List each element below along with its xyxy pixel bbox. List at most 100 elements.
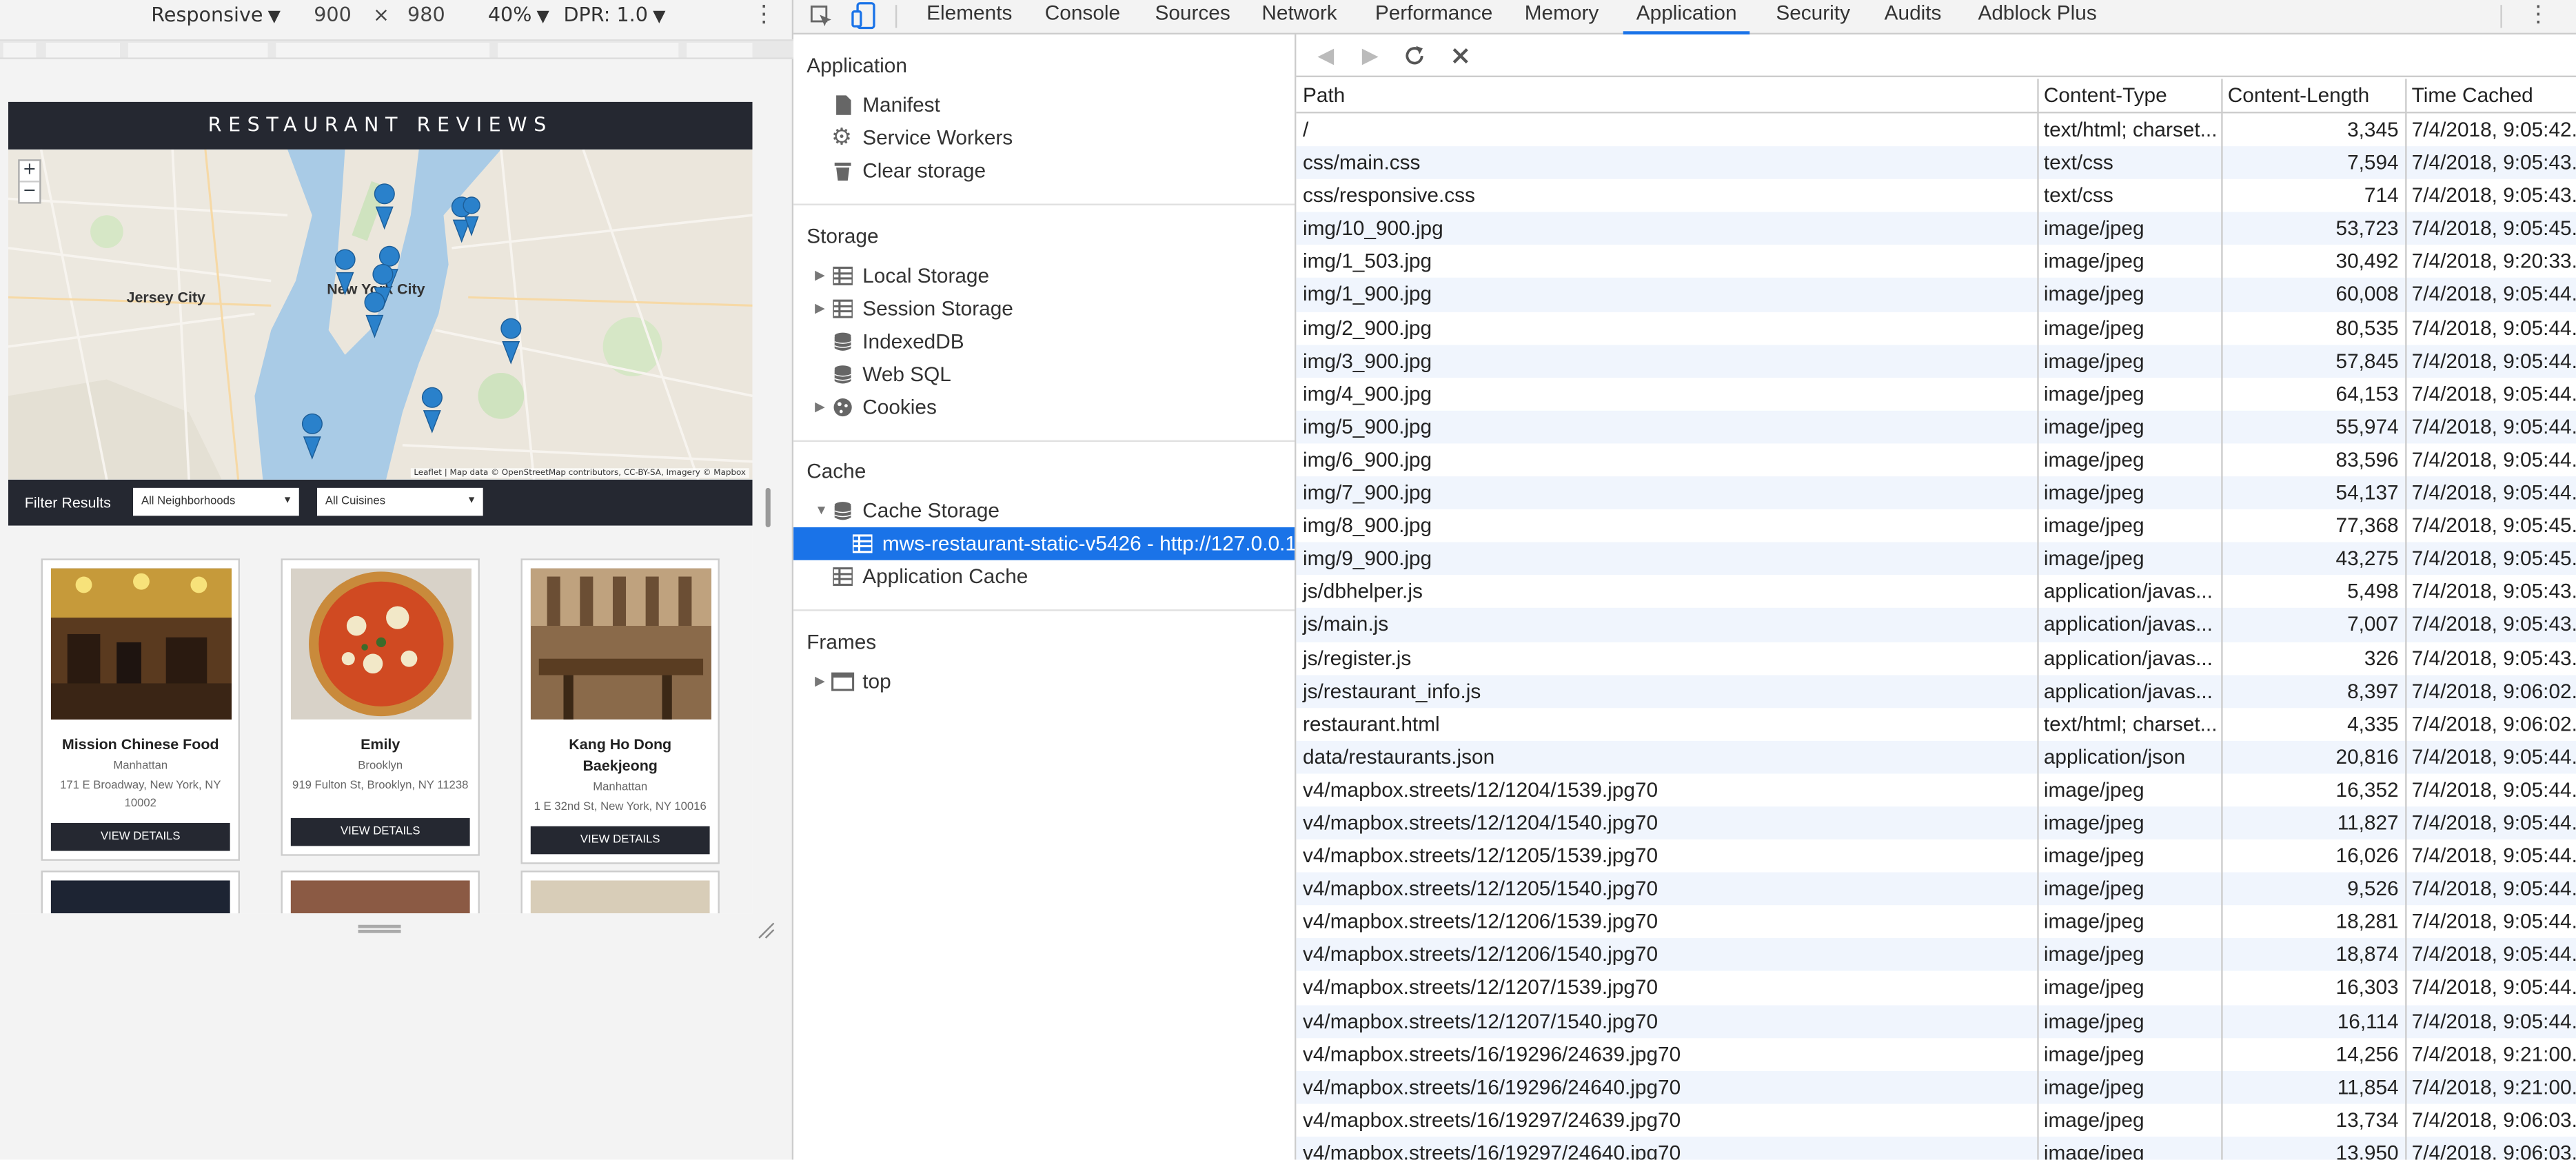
- map[interactable]: + − Jersey City New York City: [8, 149, 753, 480]
- expand-arrow-icon[interactable]: ▶: [815, 260, 825, 293]
- sidebar-item-web-sql[interactable]: Web SQL: [793, 358, 1295, 391]
- table-row[interactable]: img/3_900.jpg image/jpeg 57,845 7/4/2018, 9…: [1296, 344, 2576, 378]
- refresh-icon[interactable]: [1403, 44, 1426, 67]
- table-row[interactable]: img/5_900.jpg image/jpeg 55,974 7/4/2018, 9…: [1296, 410, 2576, 444]
- sidebar-item-cache-storage[interactable]: ▼ Cache Storage: [793, 494, 1295, 527]
- table-row[interactable]: img/1_900.jpg image/jpeg 60,008 7/4/2018, 9…: [1296, 278, 2576, 312]
- column-header[interactable]: Time Cached: [2405, 79, 2576, 112]
- device-toolbar-icon[interactable]: [851, 1, 878, 30]
- table-row[interactable]: v4/mapbox.streets/12/1206/1540.jpg70 imag…: [1296, 938, 2576, 972]
- table-row[interactable]: img/4_900.jpg image/jpeg 64,153 7/4/2018, 9…: [1296, 378, 2576, 411]
- height-input[interactable]: 980: [407, 3, 445, 26]
- view-details-button[interactable]: VIEW DETAILS: [50, 823, 230, 851]
- table-row[interactable]: v4/mapbox.streets/12/1205/1540.jpg70 imag…: [1296, 872, 2576, 906]
- map-attribution[interactable]: Leaflet | Map data © OpenStreetMap contr…: [410, 468, 749, 478]
- sidebar-item-clear-storage[interactable]: Clear storage: [793, 154, 1295, 187]
- previous-page-icon[interactable]: ◀: [1317, 43, 1334, 69]
- table-row[interactable]: img/6_900.jpg image/jpeg 83,596 7/4/2018, 9…: [1296, 443, 2576, 476]
- tab-audits[interactable]: Audits: [1885, 0, 1942, 34]
- viewport-scrollbar[interactable]: [765, 487, 771, 528]
- table-row[interactable]: img/2_900.jpg image/jpeg 80,535 7/4/2018, 9…: [1296, 312, 2576, 345]
- tab-performance[interactable]: Performance: [1375, 0, 1493, 34]
- table-row[interactable]: img/9_900.jpg image/jpeg 43,275 7/4/2018, 9…: [1296, 542, 2576, 576]
- table-row[interactable]: v4/mapbox.streets/16/19297/24639.jpg70 im…: [1296, 1103, 2576, 1137]
- table-row[interactable]: v4/mapbox.streets/12/1207/1540.jpg70 imag…: [1296, 1004, 2576, 1038]
- more-options-icon[interactable]: ⋮: [753, 1, 775, 28]
- height-resize-handle[interactable]: [358, 924, 401, 933]
- column-header[interactable]: Path: [1296, 79, 2037, 112]
- more-options-icon[interactable]: ⋮: [2527, 0, 2550, 34]
- tab-adblock-plus[interactable]: Adblock Plus: [1978, 0, 2096, 34]
- table-cell: v4/mapbox.streets/12/1207/1540.jpg70: [1302, 1009, 1659, 1032]
- expand-arrow-icon[interactable]: ▶: [815, 292, 825, 325]
- ruler-segment[interactable]: [498, 42, 679, 58]
- tab-sources[interactable]: Sources: [1155, 0, 1230, 34]
- tab-security[interactable]: Security: [1776, 0, 1850, 34]
- table-row[interactable]: data/restaurants.json application/json 20,…: [1296, 740, 2576, 774]
- collapse-arrow-icon[interactable]: ▼: [815, 494, 828, 527]
- inspect-element-icon[interactable]: [810, 5, 833, 28]
- table-row[interactable]: v4/mapbox.streets/16/19297/24640.jpg70 im…: [1296, 1137, 2576, 1160]
- sidebar-item-cache-entry[interactable]: mws-restaurant-static-v5426 - http://127…: [793, 527, 1295, 560]
- next-page-icon[interactable]: ▶: [1362, 43, 1379, 69]
- view-details-button[interactable]: VIEW DETAILS: [290, 817, 470, 846]
- tab-network[interactable]: Network: [1261, 0, 1337, 34]
- table-row[interactable]: css/responsive.css text/css 714 7/4/2018, 9…: [1296, 179, 2576, 212]
- sidebar-item-manifest[interactable]: Manifest: [793, 89, 1295, 122]
- column-header[interactable]: Content-Type: [2037, 79, 2221, 112]
- table-row[interactable]: / text/html; charset... 3,345 7/4/2018, 9:0…: [1296, 113, 2576, 146]
- expand-arrow-icon[interactable]: ▶: [815, 665, 825, 698]
- table-row[interactable]: img/8_900.jpg image/jpeg 77,368 7/4/2018, 9…: [1296, 509, 2576, 542]
- table-cell: 16,352: [2335, 778, 2399, 802]
- tab-memory[interactable]: Memory: [1525, 0, 1599, 34]
- table-row[interactable]: v4/mapbox.streets/12/1207/1539.jpg70 imag…: [1296, 972, 2576, 1005]
- expand-arrow-icon[interactable]: ▶: [815, 391, 825, 424]
- column-header[interactable]: Content-Length: [2221, 79, 2405, 112]
- zoom-select[interactable]: 40% ▼: [488, 3, 549, 26]
- sidebar-item-label: Cache Storage: [862, 499, 1000, 522]
- sidebar-item-cookies[interactable]: ▶ Cookies: [793, 391, 1295, 424]
- table-cell: 30,492: [2335, 250, 2399, 274]
- ruler-segment[interactable]: [687, 42, 753, 58]
- ruler-segment[interactable]: [128, 42, 268, 58]
- sidebar-item-application-cache[interactable]: Application Cache: [793, 560, 1295, 593]
- table-row[interactable]: restaurant.html text/html; charset... 4,33…: [1296, 707, 2576, 740]
- table-row[interactable]: js/dbhelper.js application/javas... 5,498 7…: [1296, 576, 2576, 609]
- dpr-select[interactable]: DPR: 1.0 ▼: [563, 3, 665, 26]
- tab-application[interactable]: Application: [1623, 0, 1750, 35]
- table-row[interactable]: v4/mapbox.streets/16/19296/24640.jpg70 im…: [1296, 1070, 2576, 1104]
- ruler-segment[interactable]: [3, 42, 37, 58]
- sidebar-item-service-workers[interactable]: ⚙ Service Workers: [793, 121, 1295, 154]
- delete-icon[interactable]: [1450, 46, 1470, 66]
- table-row[interactable]: v4/mapbox.streets/12/1204/1539.jpg70 imag…: [1296, 773, 2576, 806]
- table-row[interactable]: v4/mapbox.streets/12/1204/1540.jpg70 imag…: [1296, 806, 2576, 840]
- cuisines-select[interactable]: All Cuisines ▼: [316, 487, 483, 516]
- table-row[interactable]: js/main.js application/javas... 7,007 7/4/2…: [1296, 608, 2576, 642]
- sidebar-item-frame-top[interactable]: ▶ top: [793, 665, 1295, 698]
- caret-down-icon: ▼: [267, 8, 281, 27]
- ruler-segment[interactable]: [45, 42, 120, 58]
- corner-resize-icon[interactable]: [755, 920, 775, 940]
- table-row[interactable]: img/7_900.jpg image/jpeg 54,137 7/4/2018, 9…: [1296, 476, 2576, 510]
- table-cell: image/jpeg: [2043, 283, 2144, 307]
- table-cell: v4/mapbox.streets/16/19297/24639.jpg70: [1302, 1108, 1681, 1132]
- table-row[interactable]: js/register.js application/javas... 326 7/4…: [1296, 642, 2576, 675]
- neighborhoods-select[interactable]: All Neighborhoods ▼: [133, 487, 299, 516]
- tab-elements[interactable]: Elements: [926, 0, 1012, 34]
- width-input[interactable]: 900: [314, 3, 352, 26]
- tab-console[interactable]: Console: [1045, 0, 1120, 34]
- sidebar-item-session-storage[interactable]: ▶ Session Storage: [793, 292, 1295, 325]
- table-row[interactable]: v4/mapbox.streets/16/19296/24639.jpg70 im…: [1296, 1037, 2576, 1070]
- ruler-segment[interactable]: [276, 42, 490, 58]
- table-row[interactable]: img/10_900.jpg image/jpeg 53,723 7/4/2018, …: [1296, 212, 2576, 246]
- sidebar-item-local-storage[interactable]: ▶ Local Storage: [793, 260, 1295, 293]
- table-row[interactable]: js/restaurant_info.js application/javas..…: [1296, 674, 2576, 708]
- table-row[interactable]: img/1_503.jpg image/jpeg 30,492 7/4/2018, 9…: [1296, 245, 2576, 278]
- table-row[interactable]: v4/mapbox.streets/12/1206/1539.jpg70 imag…: [1296, 906, 2576, 939]
- sidebar-item-indexeddb[interactable]: IndexedDB: [793, 325, 1295, 358]
- table-cell: v4/mapbox.streets/16/19296/24639.jpg70: [1302, 1042, 1681, 1066]
- device-select[interactable]: Responsive ▼: [151, 3, 281, 26]
- table-row[interactable]: css/main.css text/css 7,594 7/4/2018, 9:05:…: [1296, 146, 2576, 180]
- view-details-button[interactable]: VIEW DETAILS: [530, 826, 710, 855]
- table-row[interactable]: v4/mapbox.streets/12/1205/1539.jpg70 imag…: [1296, 840, 2576, 873]
